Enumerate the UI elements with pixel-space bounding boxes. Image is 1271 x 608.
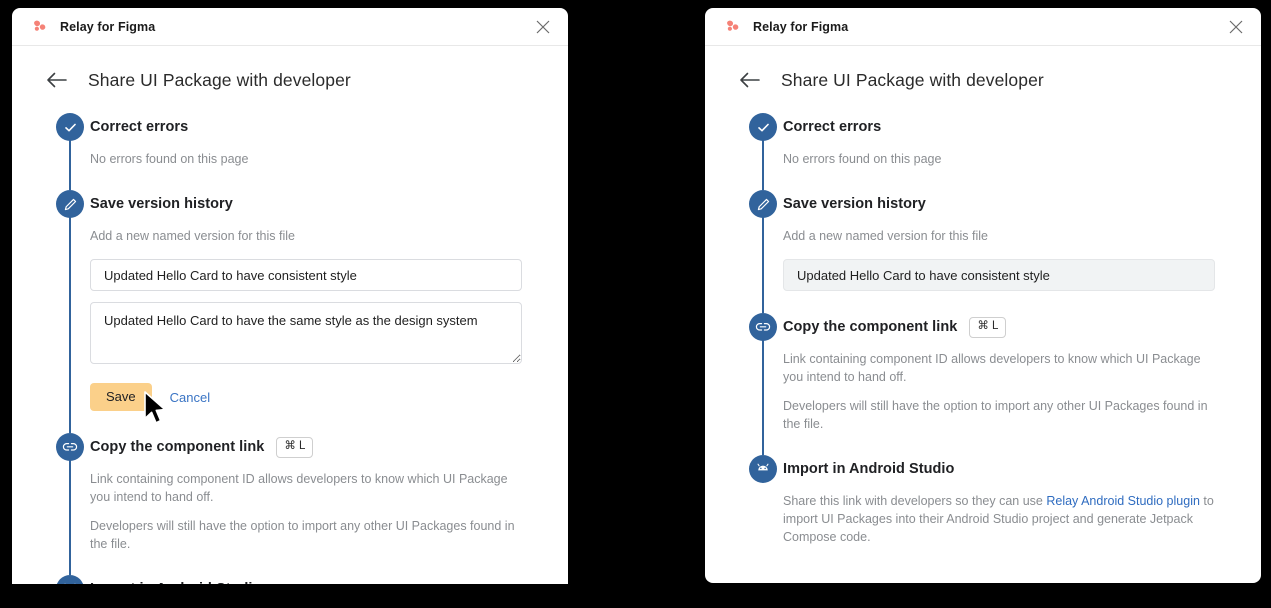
step-description: No errors found on this page [783, 152, 942, 166]
left-page-title: Share UI Package with developer [88, 69, 351, 90]
step-body: Copy the component link ⌘ L Link contain… [783, 313, 1261, 455]
step-correct-errors: Correct errors No errors found on this p… [12, 113, 568, 191]
step-title: Correct errors [783, 119, 882, 135]
right-page-header: Share UI Package with developer [705, 46, 1261, 91]
step-connector-line [69, 460, 71, 575]
keyboard-shortcut-badge[interactable]: ⌘ L [969, 317, 1007, 338]
step-connector-line [69, 140, 71, 191]
left-page-header: Share UI Package with developer [12, 46, 568, 91]
step-title-row: Correct errors [90, 113, 568, 141]
step-description: Add a new named version for this file [783, 229, 988, 244]
step-connector-line [762, 340, 764, 455]
android-icon [749, 454, 777, 483]
left-step-list: Correct errors No errors found on this p… [12, 91, 568, 584]
step-title: Import in Android Studio [783, 460, 955, 477]
cancel-button[interactable]: Cancel [170, 390, 210, 405]
relay-logo-icon [32, 20, 49, 34]
step-description: Add a new named version for this file [90, 229, 295, 244]
desc-text-pre: Share this link with developers so they … [783, 493, 1047, 508]
relay-logo-icon [725, 20, 742, 34]
step-rail [749, 113, 777, 191]
step-title: Correct errors [90, 119, 189, 135]
check-icon [749, 113, 777, 141]
step-title: Save version history [90, 196, 233, 213]
left-titlebar: Relay for Figma [12, 8, 568, 46]
step-title-row: Correct errors [783, 113, 1261, 141]
right-step-list: Correct errors No errors found on this p… [705, 91, 1261, 568]
step-import-android-studio: Import in Android Studio Share this link… [12, 574, 568, 584]
step-rail [56, 190, 84, 434]
step-title-row: Import in Android Studio [783, 455, 1261, 483]
left-brand: Relay for Figma [32, 20, 155, 34]
check-icon [56, 113, 84, 141]
save-button[interactable]: Save [90, 383, 152, 412]
step-description-secondary: Developers will still have the option to… [90, 518, 515, 551]
step-connector-line [762, 140, 764, 191]
step-rail [749, 454, 777, 568]
pencil-icon [56, 190, 84, 219]
step-description: Link containing component ID allows deve… [90, 472, 508, 505]
right-page-title: Share UI Package with developer [781, 69, 1044, 90]
step-description: Link containing component ID allows deve… [783, 352, 1201, 385]
version-name-input[interactable] [783, 259, 1215, 292]
step-body: Import in Android Studio Share this link… [90, 575, 568, 584]
step-copy-component-link: Copy the component link ⌘ L Link contain… [705, 313, 1261, 455]
right-brand: Relay for Figma [725, 20, 848, 34]
left-dialog-panel: Relay for Figma Share UI Package with de… [12, 8, 568, 584]
step-title-row: Save version history [90, 190, 568, 218]
pencil-icon [749, 190, 777, 219]
step-rail [56, 433, 84, 575]
step-title-row: Import in Android Studio [90, 575, 568, 584]
step-copy-component-link: Copy the component link ⌘ L Link contain… [12, 433, 568, 575]
step-save-version-history: Save version history Add a new named ver… [12, 190, 568, 434]
step-title: Import in Android Studio [90, 581, 261, 584]
step-body: Copy the component link ⌘ L Link contain… [90, 433, 568, 575]
step-import-android-studio: Import in Android Studio Share this link… [705, 454, 1261, 568]
step-body: Import in Android Studio Share this link… [783, 455, 1261, 568]
arrow-left-icon[interactable] [45, 69, 67, 91]
right-brand-name: Relay for Figma [753, 19, 849, 34]
right-dialog-panel: Relay for Figma Share UI Package with de… [705, 8, 1261, 583]
step-title: Save version history [783, 196, 926, 213]
step-description: No errors found on this page [90, 152, 249, 166]
link-icon [56, 433, 84, 462]
step-rail [749, 313, 777, 455]
link-icon [749, 313, 777, 342]
keyboard-shortcut-badge[interactable]: ⌘ L [276, 437, 314, 458]
step-description-secondary: Developers will still have the option to… [783, 398, 1208, 431]
step-title-row: Copy the component link ⌘ L [783, 313, 1261, 341]
step-title-row: Save version history [783, 190, 1261, 218]
relay-android-studio-plugin-link[interactable]: Relay Android Studio plugin [1046, 494, 1200, 508]
close-icon[interactable] [1223, 14, 1249, 40]
step-correct-errors: Correct errors No errors found on this p… [705, 113, 1261, 191]
step-rail [56, 574, 84, 584]
step-body: Correct errors No errors found on this p… [90, 113, 568, 190]
step-save-version-history: Save version history Add a new named ver… [705, 190, 1261, 314]
step-body: Correct errors No errors found on this p… [783, 113, 1261, 190]
version-action-row: Save Cancel [90, 383, 568, 412]
version-name-input[interactable] [90, 259, 522, 292]
close-icon[interactable] [530, 14, 556, 40]
android-icon [56, 574, 84, 584]
step-rail [56, 113, 84, 191]
step-body: Save version history Add a new named ver… [783, 190, 1261, 313]
step-description: Share this link with developers so they … [783, 492, 1223, 546]
left-brand-name: Relay for Figma [60, 19, 156, 34]
step-body: Save version history Add a new named ver… [90, 190, 568, 433]
step-rail [749, 190, 777, 314]
step-title: Copy the component link [90, 439, 265, 456]
step-connector-line [69, 217, 71, 434]
step-title: Copy the component link [783, 319, 958, 336]
arrow-left-icon[interactable] [738, 69, 760, 91]
right-titlebar: Relay for Figma [705, 8, 1261, 46]
step-title-row: Copy the component link ⌘ L [90, 433, 568, 461]
step-connector-line [762, 217, 764, 314]
version-description-textarea[interactable]: Updated Hello Card to have the same styl… [90, 302, 522, 365]
